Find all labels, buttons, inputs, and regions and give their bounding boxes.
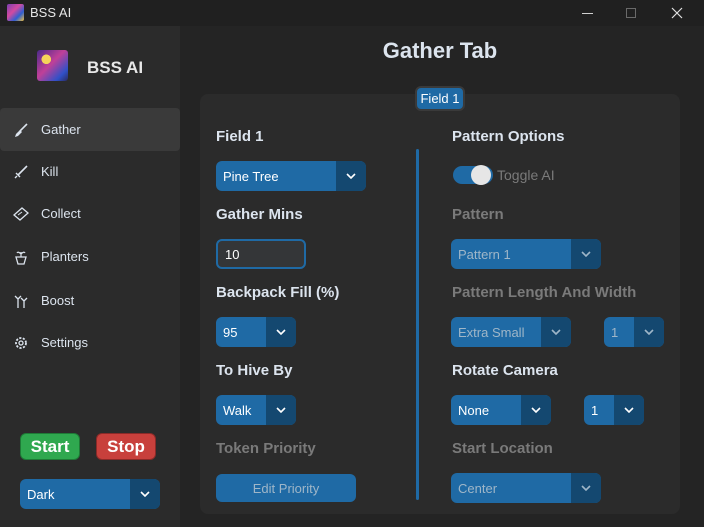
pattern-size-label: Pattern Length And Width bbox=[452, 284, 637, 301]
rotate-count-select[interactable]: 1 bbox=[584, 395, 644, 425]
chevron-down-icon[interactable] bbox=[266, 317, 296, 347]
app-logo bbox=[37, 50, 68, 81]
to-hive-select[interactable]: Walk bbox=[216, 395, 296, 425]
pattern-label: Pattern bbox=[452, 206, 504, 223]
pattern-length-value: Extra Small bbox=[458, 324, 525, 340]
to-hive-label: To Hive By bbox=[216, 362, 293, 379]
sidebar-item-label: Settings bbox=[41, 335, 88, 350]
rotate-direction-select[interactable]: None bbox=[451, 395, 551, 425]
chevron-down-icon[interactable] bbox=[266, 395, 296, 425]
start-button[interactable]: Start bbox=[20, 433, 80, 460]
theme-select-value: Dark bbox=[27, 486, 55, 502]
close-icon bbox=[671, 7, 683, 19]
window-title: BSS AI bbox=[30, 5, 72, 20]
field-label: Field 1 bbox=[216, 128, 264, 145]
chevron-down-icon[interactable] bbox=[614, 395, 644, 425]
toggle-knob bbox=[471, 165, 491, 185]
title-bar: BSS AI bbox=[0, 0, 704, 26]
sidebar-item-settings[interactable]: Settings bbox=[0, 321, 180, 364]
rotate-direction-value: None bbox=[458, 402, 490, 418]
backpack-fill-select[interactable]: 95 bbox=[216, 317, 296, 347]
shovel-icon bbox=[12, 121, 30, 139]
sidebar-item-boost[interactable]: Boost bbox=[0, 279, 180, 322]
tab-field-1[interactable]: Field 1 bbox=[415, 86, 465, 111]
theme-select[interactable]: Dark bbox=[20, 479, 160, 509]
sidebar-item-label: Kill bbox=[41, 164, 59, 179]
field-select[interactable]: Pine Tree bbox=[216, 161, 366, 191]
pattern-select-value: Pattern 1 bbox=[458, 246, 511, 262]
rotate-count-value: 1 bbox=[591, 402, 599, 418]
planter-icon bbox=[12, 248, 30, 266]
maximize-icon bbox=[626, 8, 636, 18]
sidebar-item-label: Gather bbox=[41, 122, 81, 137]
toggle-ai-switch[interactable] bbox=[453, 165, 493, 185]
field-select-value: Pine Tree bbox=[223, 168, 279, 184]
minimize-icon bbox=[581, 12, 593, 14]
chevron-down-icon[interactable] bbox=[541, 317, 571, 347]
token-priority-label: Token Priority bbox=[216, 440, 316, 457]
chevron-down-icon[interactable] bbox=[521, 395, 551, 425]
chevron-down-icon[interactable] bbox=[130, 479, 160, 509]
app-name: BSS AI bbox=[87, 58, 144, 77]
sidebar-item-gather[interactable]: Gather bbox=[0, 108, 180, 151]
sidebar-item-label: Collect bbox=[41, 206, 81, 221]
gear-icon bbox=[12, 334, 30, 352]
sidebar-item-collect[interactable]: Collect bbox=[0, 192, 180, 235]
backpack-fill-value: 95 bbox=[223, 324, 238, 340]
ticket-icon bbox=[12, 205, 30, 223]
stop-button[interactable]: Stop bbox=[96, 433, 156, 460]
sword-icon bbox=[12, 163, 30, 181]
maximize-button[interactable] bbox=[608, 0, 654, 26]
column-divider bbox=[416, 149, 419, 500]
start-location-label: Start Location bbox=[452, 440, 553, 457]
rotate-camera-label: Rotate Camera bbox=[452, 362, 558, 379]
sidebar-item-planters[interactable]: Planters bbox=[0, 235, 180, 278]
gather-mins-label: Gather Mins bbox=[216, 206, 303, 223]
minimize-button[interactable] bbox=[564, 0, 610, 26]
chevron-down-icon[interactable] bbox=[336, 161, 366, 191]
chevron-down-icon[interactable] bbox=[571, 473, 601, 503]
sidebar-item-label: Boost bbox=[41, 293, 75, 308]
backpack-fill-label: Backpack Fill (%) bbox=[216, 284, 340, 301]
pattern-width-value: 1 bbox=[611, 324, 619, 340]
boost-icon bbox=[12, 292, 30, 310]
to-hive-value: Walk bbox=[223, 402, 252, 418]
sidebar: BSS AI Gather Kill Collect Planters Boos… bbox=[0, 26, 180, 527]
app-icon bbox=[7, 4, 24, 21]
chevron-down-icon[interactable] bbox=[634, 317, 664, 347]
pattern-length-select[interactable]: Extra Small bbox=[451, 317, 571, 347]
close-button[interactable] bbox=[654, 0, 700, 26]
pattern-select[interactable]: Pattern 1 bbox=[451, 239, 601, 269]
pattern-options-label: Pattern Options bbox=[452, 128, 565, 145]
start-location-value: Center bbox=[458, 480, 498, 496]
edit-priority-button[interactable]: Edit Priority bbox=[216, 474, 356, 502]
sidebar-item-kill[interactable]: Kill bbox=[0, 150, 180, 193]
chevron-down-icon[interactable] bbox=[571, 239, 601, 269]
page-title: Gather Tab bbox=[382, 38, 498, 63]
pattern-width-select[interactable]: 1 bbox=[604, 317, 664, 347]
start-location-select[interactable]: Center bbox=[451, 473, 601, 503]
gather-mins-input[interactable]: 10 bbox=[216, 239, 306, 269]
sidebar-item-label: Planters bbox=[41, 249, 89, 264]
toggle-ai-label: Toggle AI bbox=[497, 167, 555, 183]
